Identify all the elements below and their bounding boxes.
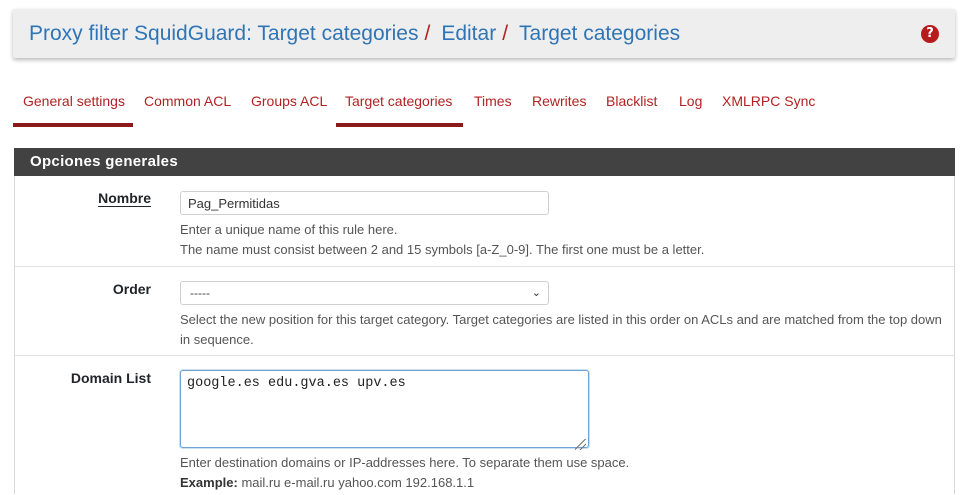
tab-bar: General settings Common ACL Groups ACL T… — [13, 85, 953, 127]
order-label: Order — [112, 281, 151, 297]
name-input[interactable] — [180, 191, 549, 215]
breadcrumb-proxy-filter[interactable]: Proxy filter SquidGuard: Target categori… — [29, 22, 418, 45]
tab-label: Log — [679, 93, 703, 109]
domain-field-wrap: google.es edu.gva.es upv.es — [180, 370, 589, 453]
question-circle-icon[interactable]: ? — [921, 25, 939, 43]
tab-xmlrpc-sync[interactable]: XMLRPC Sync — [722, 85, 815, 127]
name-row: Nombre Enter a unique name of this rule … — [15, 176, 954, 267]
domain-example: Example: mail.ru e-mail.ru yahoo.com 192… — [180, 473, 950, 493]
tab-general-settings[interactable]: General settings — [13, 85, 133, 127]
domain-list-textarea[interactable]: google.es edu.gva.es upv.es — [180, 370, 589, 448]
tab-common-acl[interactable]: Common ACL — [144, 85, 231, 127]
tab-label: XMLRPC Sync — [722, 93, 816, 109]
tab-blacklist[interactable]: Blacklist — [606, 85, 657, 127]
tab-label: Target categories — [345, 93, 453, 109]
example-label: Example: — [180, 475, 238, 490]
panel-title: Opciones generales — [14, 148, 955, 176]
name-field-wrap — [180, 191, 549, 215]
name-label: Nombre — [98, 190, 151, 206]
order-select[interactable]: ----- ⌄ — [180, 281, 549, 305]
tab-label: General settings — [23, 93, 125, 109]
order-selected-value: ----- — [190, 286, 210, 300]
chevron-down-icon: ⌄ — [531, 286, 541, 299]
tab-label: Groups ACL — [251, 93, 328, 109]
order-field-wrap: ----- ⌄ — [180, 281, 549, 305]
tab-groups-acl[interactable]: Groups ACL — [251, 85, 327, 127]
name-help: Enter a unique name of this rule here. T… — [180, 220, 950, 260]
page-header: Proxy filter SquidGuard: Target categori… — [13, 9, 955, 58]
breadcrumb-separator: / — [502, 22, 509, 45]
general-options-panel: Opciones generales Nombre Enter a unique… — [14, 148, 955, 494]
breadcrumb-separator: / — [424, 22, 431, 45]
name-help-line2: The name must consist between 2 and 15 s… — [180, 242, 705, 257]
example-value: mail.ru e-mail.ru yahoo.com 192.168.1.1 — [241, 475, 475, 490]
tab-label: Blacklist — [606, 93, 658, 109]
tab-times[interactable]: Times — [474, 85, 512, 127]
breadcrumb-editar[interactable]: Editar — [441, 22, 496, 45]
tab-log[interactable]: Log — [679, 85, 702, 127]
resize-grip-icon[interactable] — [575, 439, 586, 450]
order-help: Select the new position for this target … — [180, 312, 942, 347]
tab-label: Times — [474, 93, 512, 109]
tab-target-categories[interactable]: Target categories — [336, 85, 463, 127]
tab-label: Common ACL — [144, 93, 232, 109]
domain-row: Domain List google.es edu.gva.es upv.es … — [15, 356, 954, 495]
name-help-line1: Enter a unique name of this rule here. — [180, 222, 398, 237]
breadcrumb: Proxy filter SquidGuard: Target categori… — [29, 21, 680, 47]
tab-label: Rewrites — [532, 93, 587, 109]
breadcrumb-target-categories[interactable]: Target categories — [519, 22, 680, 45]
tab-rewrites[interactable]: Rewrites — [532, 85, 586, 127]
domain-help-line: Enter destination domains or IP-addresse… — [180, 455, 630, 470]
domain-help: Enter destination domains or IP-addresse… — [180, 453, 950, 493]
domain-label: Domain List — [70, 370, 151, 386]
order-row: Order ----- ⌄ Select the new position fo… — [15, 267, 954, 356]
